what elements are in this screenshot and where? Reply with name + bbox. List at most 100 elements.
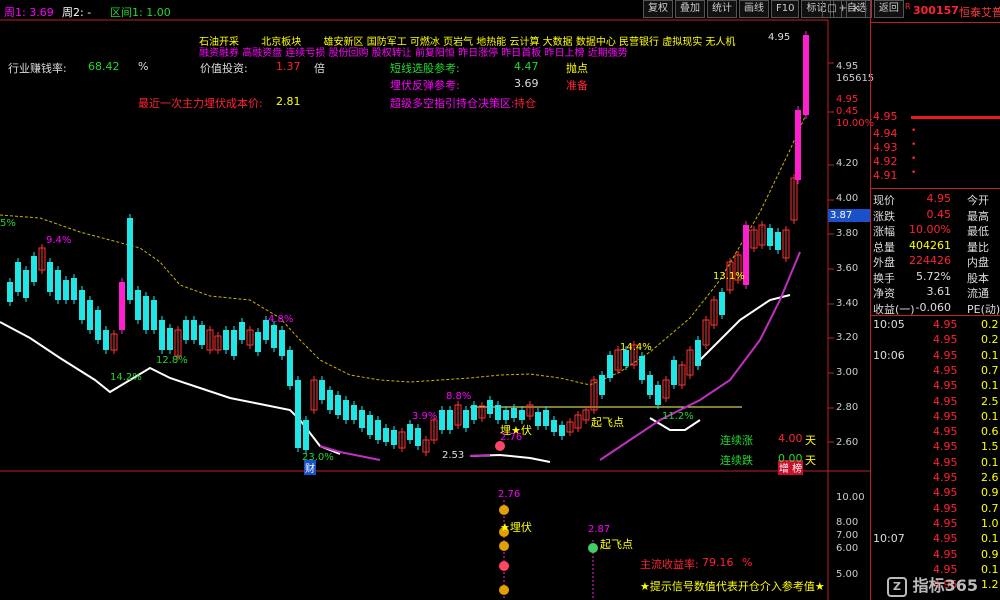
quote-row: 收益(一) -0.060 PE(动) [871,301,1000,316]
candle-body [255,332,261,352]
lower-axis-label: 8.00 [836,517,859,528]
candle-body [183,320,189,340]
concept-tag[interactable]: 前复阳恒 [415,48,455,59]
finance-tag[interactable]: 财 [304,460,316,475]
ask-row: 4.93 • [871,140,1000,156]
concept-tags-row2: 融资融券 高融资盘 连续亏损 股份回购 股权转让 前复阳恒 昨日涨停 昨日首板 … [199,44,628,59]
quote-row: 总量 404261 量比 [871,239,1000,254]
axis-label: 3.00 [836,367,859,378]
candle-body [487,400,493,414]
candle-body [767,228,773,246]
tick-row: 4.95 0.9 [871,486,1000,501]
quote-label: 涨幅 [873,225,895,238]
candle-body [287,350,293,386]
tick-row: 4.95 0.1 [871,379,1000,394]
lower-axis-label: 10.00 [836,492,865,503]
tick-volume: 1.5 [981,440,999,454]
concept-tag[interactable]: 昨日涨停 [458,48,498,59]
candle-body [303,420,309,450]
maximize-button[interactable]: □ [822,0,842,18]
candle-body [471,405,477,420]
statistics-button[interactable]: 统计 [707,0,737,18]
tick-row: 10:07 4.95 0.1 [871,532,1000,547]
tick-price: 4.95 [933,333,958,347]
axis-label: 3.20 [836,332,859,343]
quote-label: 量比 [967,240,989,254]
candle-body [71,278,77,300]
candle-body [795,110,801,180]
pct-label: 14.4% [620,342,652,353]
concept-tag[interactable]: 昨日首板 [501,48,541,59]
ask-price: 4.93 [873,141,898,154]
quote-value: 4.95 [926,192,952,205]
ambush-ref-value: 3.69 [514,77,539,90]
candle-body [607,355,613,378]
bid-row: 4.95 [871,110,1000,125]
candle-body [7,282,13,302]
quote-value: 5.72% [916,269,951,283]
candle-body [543,410,549,426]
concept-tag[interactable]: 股份回购 [329,48,369,59]
signal-hint: ★提示信号数值代表开仓介入参考值★ [640,580,825,593]
candle-body [23,270,29,298]
restore-rights-button[interactable]: 复权 [643,0,673,18]
concept-tag[interactable]: 连续亏损 [285,48,325,59]
candle-body [223,330,229,350]
tick-price: 4.95 [933,379,958,393]
f10-button[interactable]: F10 [771,0,800,18]
current-price-tag: 3.87 [828,209,870,222]
quote-panel: R 300157 恒泰艾普 4.95 4.94 • 4.93 • 4.92 • … [870,0,1000,600]
industry-return-label: 行业赚钱率: [8,62,67,75]
candle-body [719,292,725,315]
candle-body [503,410,509,420]
streak-up-unit: 天 [805,434,816,447]
concept-tag[interactable]: 股权转让 [372,48,412,59]
overlay-button[interactable]: 叠加 [675,0,705,18]
pct-label: 5% [0,218,16,229]
ma2-label: 周2: - [62,6,92,19]
lower-axis-label: 7.00 [836,530,859,541]
pct-label: 8.8% [446,391,472,402]
axis-label: 2.60 [836,437,859,448]
tick-price: 4.95 [933,394,958,408]
tick-volume: 0.7 [981,363,999,377]
concept-tag[interactable]: 高融资盘 [242,48,282,59]
tick-volume: 0.1 [981,348,999,362]
stock-flag: R [905,2,911,11]
tick-row: 4.95 0.1 [871,456,1000,471]
quote-row: 涨跌 0.45 最高 [871,208,1000,223]
stock-code: 300157 [913,4,959,17]
tick-price: 4.95 [933,501,958,515]
concept-tag[interactable]: 无人机 [705,37,735,48]
candle-body [327,390,333,410]
candle-body [199,325,205,345]
stock-name: 恒泰艾普 [959,6,1000,19]
concept-tag[interactable]: 昨日上榜 [545,48,585,59]
low-price-label: 2.53 [442,450,465,461]
candle-body [495,405,501,420]
tick-row: 4.95 0.7 [871,364,1000,379]
close-button[interactable]: × [846,0,866,18]
candle-body [103,330,109,350]
quote-label: 总量 [873,240,895,254]
tick-time: 10:06 [873,348,905,362]
candle-body [159,320,165,350]
draw-line-button[interactable]: 画线 [739,0,769,18]
tick-volume: 2.5 [981,394,999,408]
quote-row: 涨幅 10.00% 最低 [871,223,1000,238]
quote-label: 换手 [873,271,895,285]
candle-body [295,380,301,448]
concept-tag[interactable]: 融资融券 [199,48,239,59]
quote-value: 404261 [909,238,951,252]
candle-body [559,425,565,436]
candle-body [415,428,421,446]
candle-body [191,320,197,340]
tick-price: 4.95 [933,318,958,331]
signal-icon [499,561,509,571]
tick-row: 4.95 2.6 [871,471,1000,486]
candle-body [63,280,69,300]
concept-tag[interactable]: 虚拟现实 [662,37,702,48]
candle-body [551,420,557,432]
concept-tag[interactable]: 近期强势 [588,48,628,59]
tick-price: 4.95 [933,425,958,439]
